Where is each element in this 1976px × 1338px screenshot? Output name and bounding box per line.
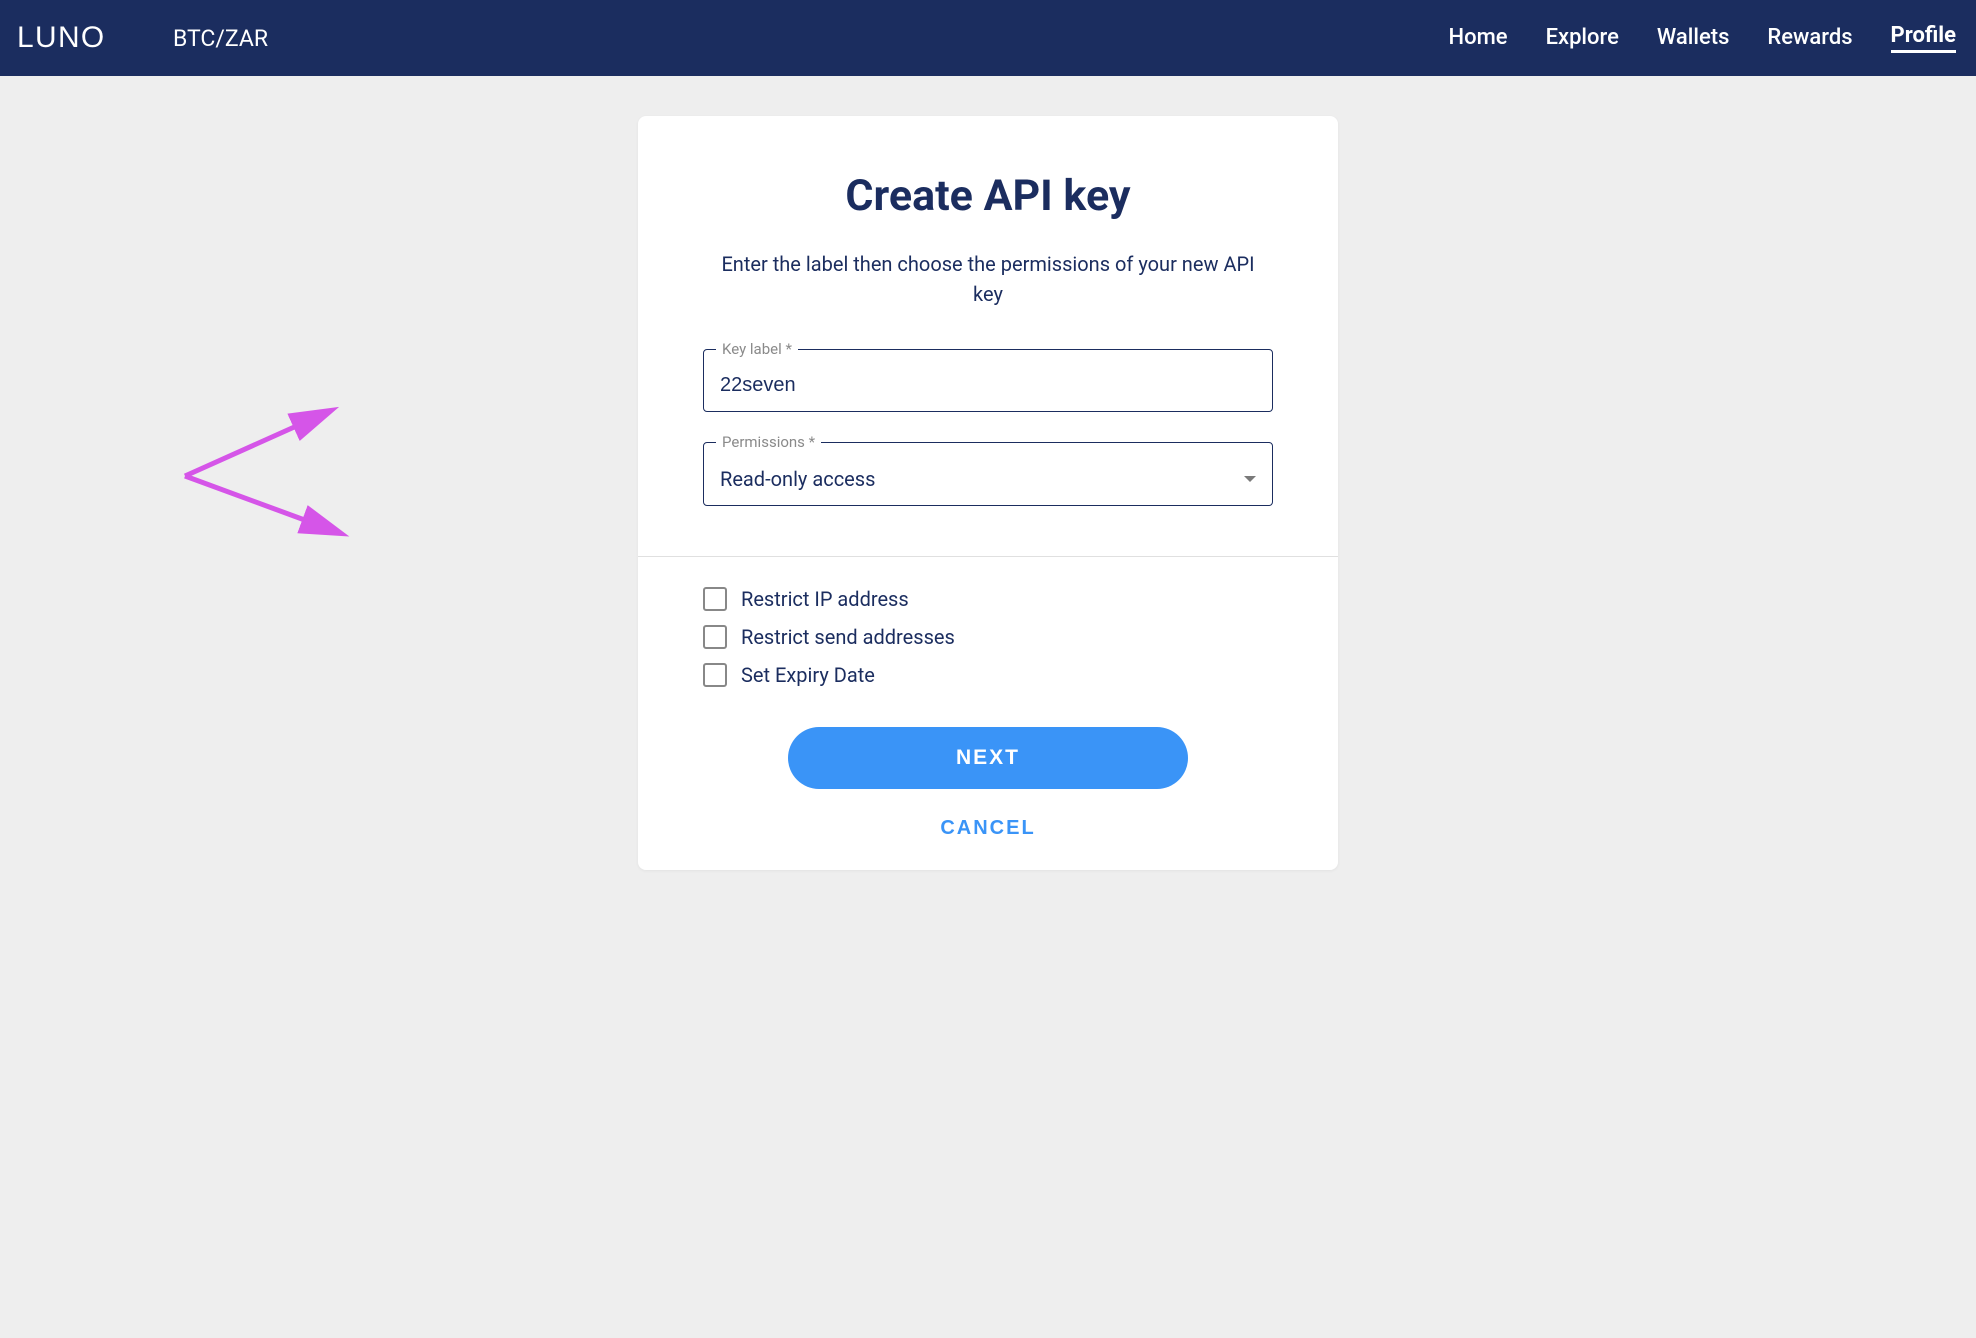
nav-profile[interactable]: Profile [1891,23,1956,53]
nav-wallets[interactable]: Wallets [1657,25,1730,52]
permissions-select[interactable]: Read-only access [720,467,1256,491]
svg-text:LUNO: LUNO [17,21,106,54]
restrict-ip-checkbox-row[interactable]: Restrict IP address [703,587,1273,611]
restrict-ip-label: Restrict IP address [741,587,909,611]
restrict-send-checkbox-row[interactable]: Restrict send addresses [703,625,1273,649]
key-label-input[interactable] [720,374,1256,397]
page-container: Create API key Enter the label then choo… [0,76,1976,870]
app-header: LUNO BTC/ZAR Home Explore Wallets Reward… [0,0,1976,76]
expiry-date-checkbox[interactable] [703,663,727,687]
expiry-date-checkbox-row[interactable]: Set Expiry Date [703,663,1273,687]
cancel-button[interactable]: CANCEL [940,817,1035,840]
button-area: NEXT CANCEL [703,727,1273,840]
chevron-down-icon [1244,476,1256,482]
create-api-key-card: Create API key Enter the label then choo… [638,116,1338,870]
next-button[interactable]: NEXT [788,727,1188,789]
nav-home[interactable]: Home [1449,25,1508,52]
luno-logo[interactable]: LUNO [15,21,155,55]
card-form-section: Create API key Enter the label then choo… [638,116,1338,556]
expiry-date-label: Set Expiry Date [741,663,875,687]
page-title: Create API key [703,171,1273,221]
key-label-field-label: Key label * [716,340,798,358]
key-label-field-wrapper: Key label * [703,349,1273,412]
nav-explore[interactable]: Explore [1546,25,1619,52]
header-left: LUNO BTC/ZAR [15,21,268,55]
page-subtitle: Enter the label then choose the permissi… [703,249,1273,309]
annotation-arrows [0,76,380,616]
permissions-selected-value: Read-only access [720,467,1244,491]
permissions-field-label: Permissions * [716,433,821,451]
trading-pair-label: BTC/ZAR [173,25,268,52]
permissions-field-wrapper: Permissions * Read-only access [703,442,1273,506]
main-nav: Home Explore Wallets Rewards Profile [1449,23,1956,53]
restrict-ip-checkbox[interactable] [703,587,727,611]
restrict-send-label: Restrict send addresses [741,625,955,649]
nav-rewards[interactable]: Rewards [1767,25,1852,52]
restrict-send-checkbox[interactable] [703,625,727,649]
card-options-section: Restrict IP address Restrict send addres… [638,557,1338,870]
